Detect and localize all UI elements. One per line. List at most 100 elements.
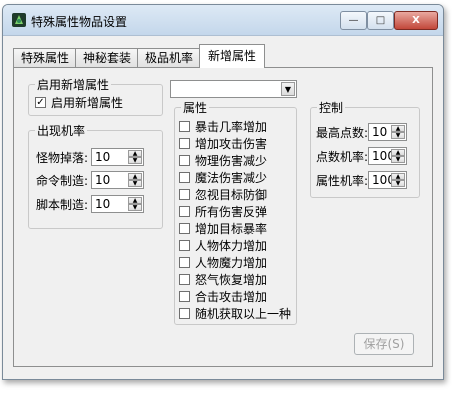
control-group-legend: 控制 bbox=[317, 99, 346, 116]
attr-label: 增加攻击伤害 bbox=[195, 137, 268, 151]
attr-chance-spinner[interactable]: 100 ▲ ▼ bbox=[368, 171, 408, 189]
spin-down-icon[interactable]: ▼ bbox=[391, 156, 406, 163]
max-points-label: 最高点数: bbox=[316, 125, 369, 140]
maximize-button[interactable]: □ bbox=[367, 11, 394, 30]
attr-chance-row: 属性机率: 100 ▲ ▼ bbox=[316, 171, 408, 189]
chevron-down-icon[interactable]: ▼ bbox=[281, 82, 295, 96]
attr-checkbox[interactable] bbox=[179, 308, 190, 319]
tab-mystery-set[interactable]: 神秘套装 bbox=[75, 48, 139, 67]
maximize-icon: □ bbox=[375, 15, 386, 26]
spin-down-icon[interactable]: ▼ bbox=[391, 180, 406, 187]
enable-group-legend: 启用新增属性 bbox=[35, 76, 112, 93]
enable-group: 启用新增属性 ✓ 启用新增属性 bbox=[28, 76, 163, 116]
attr-option[interactable]: 所有伤害反弹 bbox=[179, 203, 267, 220]
spin-up-icon[interactable]: ▲ bbox=[128, 197, 143, 204]
tab-label: 特殊属性 bbox=[20, 51, 69, 65]
close-button[interactable]: X bbox=[394, 11, 438, 30]
max-points-value[interactable]: 10 bbox=[372, 125, 387, 139]
attr-label: 魔法伤害减少 bbox=[195, 171, 268, 185]
attr-option[interactable]: 增加攻击伤害 bbox=[179, 135, 267, 152]
attribute-group-legend: 属性 bbox=[181, 99, 210, 116]
attr-option[interactable]: 合击攻击增加 bbox=[179, 288, 267, 305]
attr-label: 人物魔力增加 bbox=[195, 256, 268, 270]
script-make-label: 脚本制造: bbox=[36, 197, 89, 212]
spin-up-icon[interactable]: ▲ bbox=[128, 173, 143, 180]
attr-checkbox[interactable] bbox=[179, 240, 190, 251]
points-chance-label: 点数机率: bbox=[316, 149, 369, 164]
command-make-label: 命令制造: bbox=[36, 173, 89, 188]
monster-drop-spinner[interactable]: 10 ▲ ▼ bbox=[91, 148, 145, 166]
attribute-combo[interactable]: ▼ bbox=[170, 80, 297, 98]
max-points-spinner[interactable]: 10 ▲ ▼ bbox=[368, 123, 408, 141]
attr-label: 怒气恢复增加 bbox=[195, 273, 268, 287]
attr-option[interactable]: 人物体力增加 bbox=[179, 237, 267, 254]
tab-rare-chance[interactable]: 极品机率 bbox=[137, 48, 201, 67]
tab-label: 新增属性 bbox=[207, 49, 256, 63]
title-bar[interactable]: 特殊属性物品设置 — □ X bbox=[3, 5, 443, 36]
appear-chance-group: 出现机率 怪物掉落: 10 ▲ ▼ 命令制造: 10 ▲ ▼ 脚本制造: 10 ▲ ▼ bbox=[28, 122, 163, 229]
attr-checkbox[interactable] bbox=[179, 257, 190, 268]
spin-down-icon[interactable]: ▼ bbox=[128, 157, 143, 164]
attr-option[interactable]: 增加目标暴率 bbox=[179, 220, 267, 237]
window-title: 特殊属性物品设置 bbox=[31, 15, 128, 29]
attr-option[interactable]: 魔法伤害减少 bbox=[179, 169, 267, 186]
monster-drop-value[interactable]: 10 bbox=[95, 150, 110, 164]
max-points-row: 最高点数: 10 ▲ ▼ bbox=[316, 123, 408, 141]
tab-label: 极品机率 bbox=[144, 51, 193, 65]
attr-checkbox[interactable] bbox=[179, 291, 190, 302]
attr-label: 随机获取以上一种 bbox=[195, 307, 292, 321]
command-make-value[interactable]: 10 bbox=[95, 173, 110, 187]
minimize-button[interactable]: — bbox=[340, 11, 367, 30]
tab-label: 神秘套装 bbox=[82, 51, 131, 65]
attr-label: 所有伤害反弹 bbox=[195, 205, 268, 219]
control-group: 控制 最高点数: 10 ▲ ▼ 点数机率: 100 ▲ ▼ 属性机率: 100 ▲ ▼ bbox=[310, 99, 420, 198]
spin-down-icon[interactable]: ▼ bbox=[391, 132, 406, 139]
appear-chance-legend: 出现机率 bbox=[35, 122, 88, 139]
spin-down-icon[interactable]: ▼ bbox=[128, 180, 143, 187]
spin-down-icon[interactable]: ▼ bbox=[128, 204, 143, 211]
attr-label: 物理伤害减少 bbox=[195, 154, 268, 168]
points-chance-spinner[interactable]: 100 ▲ ▼ bbox=[368, 147, 408, 165]
attr-chance-label: 属性机率: bbox=[316, 173, 369, 188]
attr-checkbox[interactable] bbox=[179, 223, 190, 234]
attr-checkbox[interactable] bbox=[179, 189, 190, 200]
app-icon bbox=[12, 13, 26, 27]
attr-checkbox[interactable] bbox=[179, 206, 190, 217]
attr-option[interactable]: 忽视目标防御 bbox=[179, 186, 267, 203]
attr-option[interactable]: 随机获取以上一种 bbox=[179, 305, 291, 322]
spin-up-icon[interactable]: ▲ bbox=[391, 173, 406, 180]
attr-option[interactable]: 人物魔力增加 bbox=[179, 254, 267, 271]
script-make-value[interactable]: 10 bbox=[95, 197, 110, 211]
attr-checkbox[interactable] bbox=[179, 172, 190, 183]
attr-label: 暴击几率增加 bbox=[195, 120, 268, 134]
minimize-icon: — bbox=[348, 15, 359, 26]
attr-option[interactable]: 物理伤害减少 bbox=[179, 152, 267, 169]
monster-drop-row: 怪物掉落: 10 ▲ ▼ bbox=[36, 148, 145, 166]
attr-label: 人物体力增加 bbox=[195, 239, 268, 253]
attr-option[interactable]: 怒气恢复增加 bbox=[179, 271, 267, 288]
command-make-spinner[interactable]: 10 ▲ ▼ bbox=[91, 171, 145, 189]
attr-label: 忽视目标防御 bbox=[195, 188, 268, 202]
script-make-row: 脚本制造: 10 ▲ ▼ bbox=[36, 195, 145, 213]
attr-checkbox[interactable] bbox=[179, 121, 190, 132]
attr-checkbox[interactable] bbox=[179, 274, 190, 285]
save-button[interactable]: 保存(S) bbox=[354, 333, 414, 355]
attr-checkbox[interactable] bbox=[179, 138, 190, 149]
tab-new-attr[interactable]: 新增属性 bbox=[199, 44, 265, 68]
enable-checkbox-row[interactable]: ✓ 启用新增属性 bbox=[35, 94, 123, 111]
attr-label: 增加目标暴率 bbox=[195, 222, 268, 236]
enable-checkbox[interactable]: ✓ bbox=[35, 97, 46, 108]
spin-up-icon[interactable]: ▲ bbox=[391, 125, 406, 132]
attribute-group: 属性 暴击几率增加 增加攻击伤害 物理伤害减少 魔法伤害减少 忽视目标防御 所有… bbox=[174, 99, 297, 325]
command-make-row: 命令制造: 10 ▲ ▼ bbox=[36, 171, 145, 189]
script-make-spinner[interactable]: 10 ▲ ▼ bbox=[91, 195, 145, 213]
spin-up-icon[interactable]: ▲ bbox=[128, 150, 143, 157]
enable-checkbox-label: 启用新增属性 bbox=[51, 96, 124, 110]
monster-drop-label: 怪物掉落: bbox=[36, 150, 89, 165]
close-icon: X bbox=[412, 15, 420, 26]
attr-checkbox[interactable] bbox=[179, 155, 190, 166]
attr-option[interactable]: 暴击几率增加 bbox=[179, 118, 267, 135]
spin-up-icon[interactable]: ▲ bbox=[391, 149, 406, 156]
attr-label: 合击攻击增加 bbox=[195, 290, 268, 304]
tab-special-attr[interactable]: 特殊属性 bbox=[13, 48, 77, 67]
